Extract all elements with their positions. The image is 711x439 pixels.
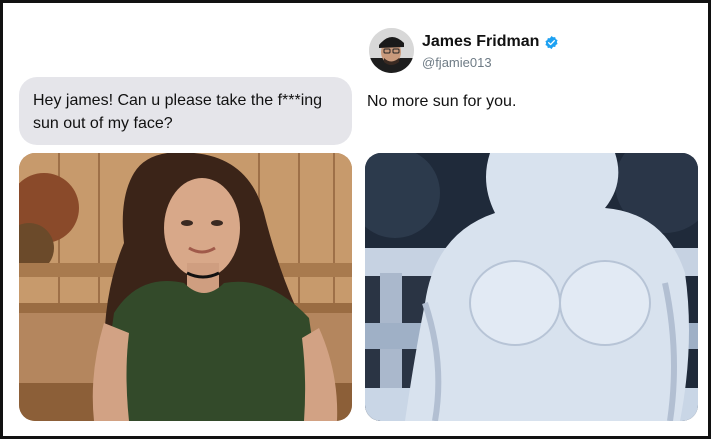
verified-badge-icon [545,35,558,49]
avatar-image [369,28,414,73]
author-avatar[interactable] [369,28,414,73]
meme-frame: Hey james! Can u please take the f***ing… [0,0,711,439]
message-bubble: Hey james! Can u please take the f***ing… [19,77,352,145]
author-name-text: James Fridman [422,33,540,50]
original-photo[interactable] [19,153,352,421]
author-handle[interactable]: @fjamie013 [422,55,492,70]
message-text: Hey james! Can u please take the f***ing… [33,92,323,132]
original-photo-image [19,153,352,421]
author-name[interactable]: James Fridman [422,33,559,51]
tweet-text: No more sun for you. [367,93,517,110]
edited-photo-image [365,153,698,421]
edited-photo[interactable] [365,153,698,421]
